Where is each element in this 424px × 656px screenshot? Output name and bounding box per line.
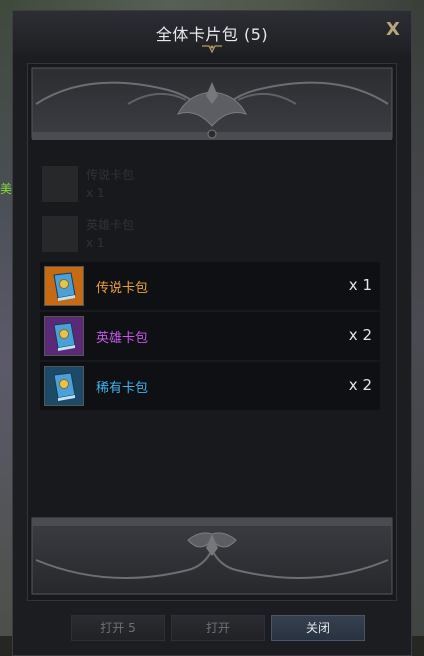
ghost-item-qty: x 1 xyxy=(86,186,105,200)
card-pack-quantity: x 2 xyxy=(348,376,372,394)
top-ornament-icon xyxy=(31,67,393,140)
close-button[interactable]: 关闭 xyxy=(271,615,365,641)
card-pack-quantity: x 1 xyxy=(348,276,372,294)
card-pack-name: 稀有卡包 xyxy=(96,381,149,396)
ghost-item-icon xyxy=(42,166,78,202)
title-bar[interactable]: 全体卡片包 (5) X xyxy=(13,11,411,54)
close-icon[interactable]: X xyxy=(383,19,403,41)
background-text: 美 xyxy=(0,182,13,196)
card-pack-name: 传说卡包 xyxy=(96,281,149,296)
card-pack-row-hero[interactable]: 英雄卡包 x 2 xyxy=(40,312,380,360)
card-pack-quantity: x 2 xyxy=(348,326,372,344)
card-pack-row-rare[interactable]: 稀有卡包 x 2 xyxy=(40,362,380,410)
ghost-item-name: 传说卡包 xyxy=(86,168,135,182)
card-pack-list: 传说卡包 x 1 英雄卡包 x 2 稀有卡包 x 2 xyxy=(40,262,380,412)
card-pack-name: 英雄卡包 xyxy=(96,331,149,346)
ghost-item-icon xyxy=(42,216,78,252)
open-button[interactable]: 打开 xyxy=(171,615,265,641)
ghost-item-name: 英雄卡包 xyxy=(86,218,135,232)
hero-pack-icon xyxy=(44,316,84,356)
card-pack-row-legendary[interactable]: 传说卡包 x 1 xyxy=(40,262,380,310)
legendary-pack-icon xyxy=(44,266,84,306)
window-title: 全体卡片包 (5) xyxy=(155,25,269,44)
button-bar: 打开 5 打开 关闭 xyxy=(13,611,411,647)
ghost-item-qty: x 1 xyxy=(86,236,105,250)
rare-pack-icon xyxy=(44,366,84,406)
bottom-ornament-icon xyxy=(31,517,393,595)
card-pack-window: 全体卡片包 (5) X 传说卡包 x 1 英雄卡包 x 1 传说卡包 x 1 英… xyxy=(12,10,412,656)
open-5-button[interactable]: 打开 5 xyxy=(71,615,165,641)
card-pack-panel: 传说卡包 x 1 英雄卡包 x 1 传说卡包 x 1 英雄卡包 x 2 稀有卡包… xyxy=(27,63,397,601)
title-ornament-icon xyxy=(202,45,222,54)
ghost-item: 英雄卡包 x 1 xyxy=(42,214,362,256)
game-background-right xyxy=(412,0,424,656)
ghost-item: 传说卡包 x 1 xyxy=(42,164,362,206)
